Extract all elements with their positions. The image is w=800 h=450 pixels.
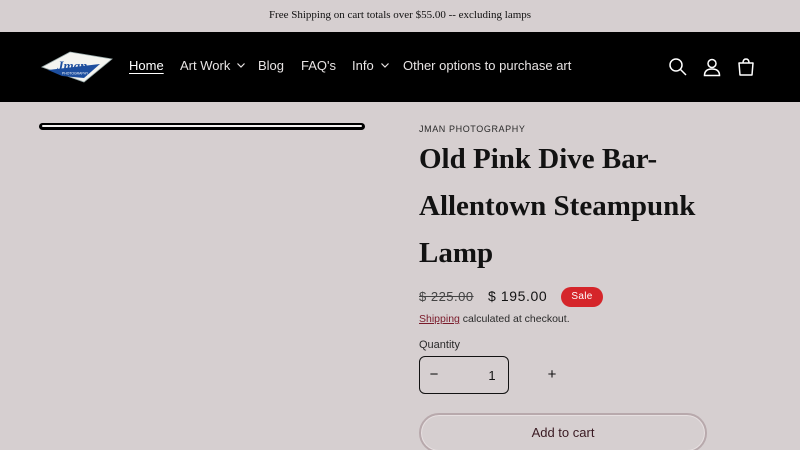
announcement-bar: Free Shipping on cart totals over $55.00… (0, 0, 800, 32)
product-media-scrollbar[interactable] (39, 123, 365, 130)
quantity-input[interactable] (467, 366, 517, 384)
quantity-increase-button[interactable]: + (537, 356, 567, 394)
regular-price: $ 225.00 (419, 289, 474, 304)
sale-badge: Sale (561, 287, 603, 307)
search-icon[interactable] (667, 56, 689, 78)
logo-subtext: PHOTOGRAPHY (62, 72, 89, 76)
jman-logo[interactable]: Jman PHOTOGRAPHY (40, 50, 114, 84)
cart-icon[interactable] (735, 56, 757, 78)
site-header: Jman PHOTOGRAPHY Home Art Work Blog FAQ'… (0, 32, 800, 102)
shipping-note: Shipping calculated at checkout. (419, 313, 570, 325)
nav-info[interactable]: Info (352, 58, 389, 74)
chevron-down-icon (237, 63, 246, 68)
add-to-cart-button[interactable]: Add to cart (419, 413, 707, 450)
nav-home[interactable]: Home (129, 58, 164, 74)
account-icon[interactable] (701, 56, 723, 78)
nav-other-options[interactable]: Other options to purchase art (403, 58, 571, 74)
nav-blog[interactable]: Blog (258, 58, 284, 74)
product-title: Old Pink Dive Bar- Allentown Steampunk L… (419, 143, 696, 269)
quantity-decrease-button[interactable]: − (419, 356, 449, 394)
product-vendor: JMAN PHOTOGRAPHY (419, 124, 526, 134)
nav-art-work[interactable]: Art Work (180, 58, 246, 74)
sale-price: $ 195.00 (488, 288, 548, 304)
quantity-stepper: − + (419, 356, 569, 394)
shipping-link[interactable]: Shipping (419, 313, 460, 325)
chevron-down-icon (380, 63, 389, 68)
nav-faqs[interactable]: FAQ's (301, 58, 336, 74)
shipping-text: calculated at checkout. (459, 313, 570, 325)
quantity-label: Quantity (419, 339, 460, 351)
